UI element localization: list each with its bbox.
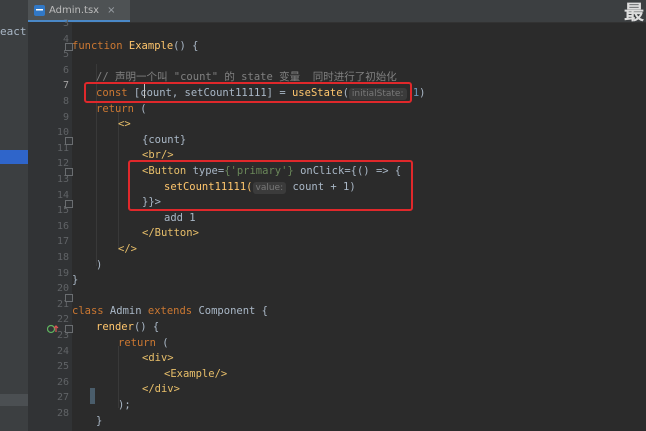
code-line-16: </Button> (142, 227, 199, 240)
line-number: 24 (56, 345, 69, 357)
editor-tab-bar: Admin.tsx × 最 (28, 0, 646, 24)
line-number: 7 (62, 80, 69, 92)
tsx-file-icon (34, 4, 45, 16)
line-number: 19 (56, 267, 69, 279)
code-line-10: {count} (142, 133, 187, 146)
line-number: 4 (62, 33, 69, 45)
line-number: 12 (56, 158, 69, 170)
project-tree-row[interactable] (0, 394, 28, 406)
code-line-23: return ( (118, 336, 169, 349)
line-number: 13 (56, 174, 69, 185)
code-line-15: add 1 (164, 211, 196, 224)
code-line-24: <div> (142, 352, 174, 365)
code-line-18: ) (96, 258, 103, 271)
code-line-25: <Example/> (164, 367, 228, 380)
line-number: 27 (56, 392, 69, 404)
code-line-28: } (96, 414, 103, 427)
code-line-26: </div> (142, 383, 180, 396)
code-editor[interactable]: function Example() { // 声明一个叫 "count" 的 … (72, 22, 646, 431)
line-number: 8 (62, 96, 69, 107)
code-line-21: class Admin extends Component { (72, 305, 268, 318)
highlight-box-usestate (84, 82, 412, 103)
tab-label: Admin.tsx (49, 4, 100, 16)
highlight-box-onclick (128, 160, 413, 211)
line-number: 15 (56, 205, 69, 217)
line-number: 17 (56, 236, 69, 248)
code-line-19: } (72, 274, 79, 287)
text-cursor (144, 84, 145, 98)
line-number: 20 (56, 283, 69, 295)
override-method-icon[interactable] (47, 324, 59, 334)
line-number: 21 (56, 298, 69, 310)
project-panel: eact-a (0, 0, 28, 431)
line-number: 25 (56, 361, 69, 373)
line-number: 14 (56, 189, 69, 201)
code-line-27: ); (118, 399, 131, 411)
line-number: 10 (56, 127, 69, 139)
code-line-4: function Example() { (72, 40, 199, 52)
line-number: 3 (62, 18, 69, 29)
line-number: 6 (62, 64, 69, 76)
line-number: 16 (56, 220, 69, 232)
line-number: 5 (62, 49, 69, 61)
close-icon[interactable]: × (107, 5, 115, 16)
code-line-8: return ( (96, 102, 147, 115)
project-tree-label[interactable]: eact-a (0, 25, 28, 38)
line-number: 18 (56, 252, 69, 263)
project-tree-selected-row[interactable] (0, 150, 28, 164)
line-number: 11 (56, 142, 69, 154)
code-line-17: </> (118, 243, 137, 255)
line-number: 9 (62, 111, 69, 123)
line-number: 28 (56, 408, 69, 419)
line-number: 26 (56, 376, 69, 388)
code-line-22: render() { (96, 321, 160, 333)
code-line-9: <> (118, 118, 131, 131)
line-number-gutter: 3 4 5 6 7 8 9 10 11 12 13 14 15 16 17 18… (28, 18, 95, 431)
